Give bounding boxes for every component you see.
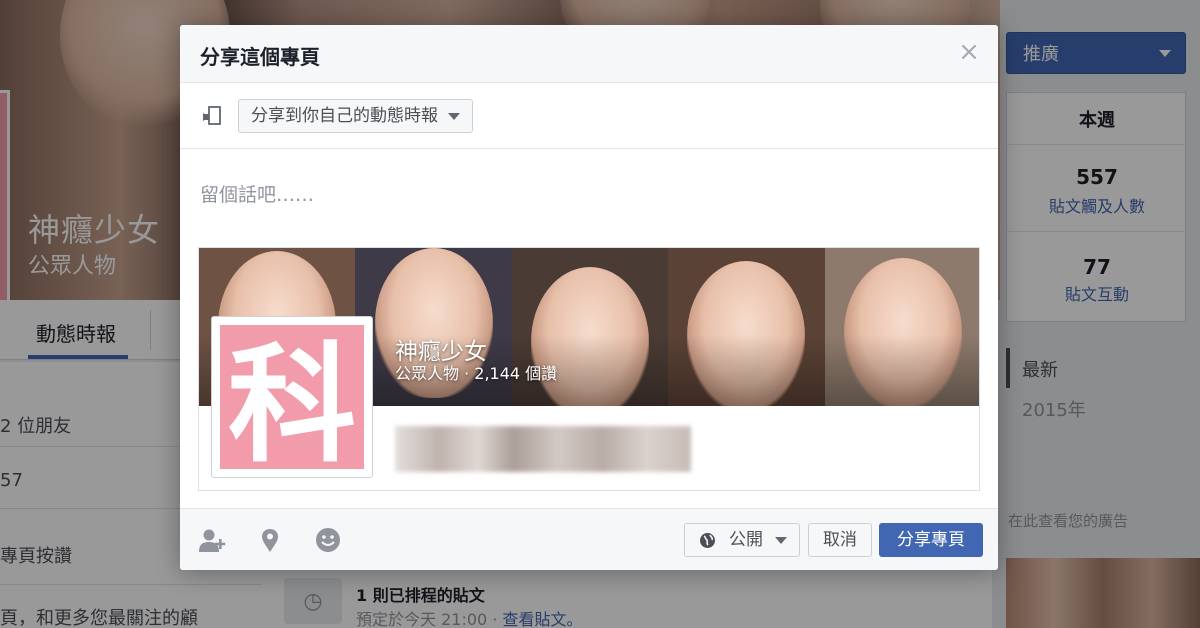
close-icon[interactable]: ×	[956, 39, 982, 65]
audience-label: 公開	[729, 530, 763, 550]
audience-selector-button[interactable]: 公開	[684, 523, 800, 557]
logo-character-text: 科	[228, 331, 356, 469]
dialog-title: 分享這個專頁	[200, 45, 320, 69]
logo-character: 科	[228, 331, 356, 469]
share-target-toolbar: 分享到你自己的動態時報	[180, 83, 998, 149]
page-profile-picture: 科	[211, 316, 373, 478]
share-target-label: 分享到你自己的動態時報	[251, 106, 438, 126]
chevron-down-icon	[775, 537, 787, 544]
share-page-dialog: 分享這個專頁 × 分享到你自己的動態時報 留個話吧…… 科 神癮少女 公眾人物 …	[180, 25, 998, 570]
message-input[interactable]	[200, 175, 980, 215]
share-page-button[interactable]: 分享專頁	[879, 523, 983, 557]
share-target-icon	[203, 106, 221, 125]
dialog-footer: 公開 取消 分享專頁	[180, 508, 998, 570]
tag-friend-icon[interactable]	[198, 527, 226, 553]
share-target-dropdown[interactable]: 分享到你自己的動態時報	[238, 99, 473, 133]
page-preview-card: 科 神癮少女 公眾人物 · 2,144 個讚	[198, 247, 980, 491]
preview-page-meta: 公眾人物 · 2,144 個讚	[395, 364, 558, 383]
cancel-button[interactable]: 取消	[808, 523, 872, 557]
blurred-description	[395, 426, 691, 472]
globe-icon	[700, 533, 715, 548]
logo-tile: 科	[220, 325, 364, 469]
smiley-icon[interactable]	[314, 527, 342, 553]
dialog-header: 分享這個專頁 ×	[180, 25, 998, 83]
location-pin-icon[interactable]	[256, 527, 284, 553]
chevron-down-icon	[448, 113, 460, 120]
